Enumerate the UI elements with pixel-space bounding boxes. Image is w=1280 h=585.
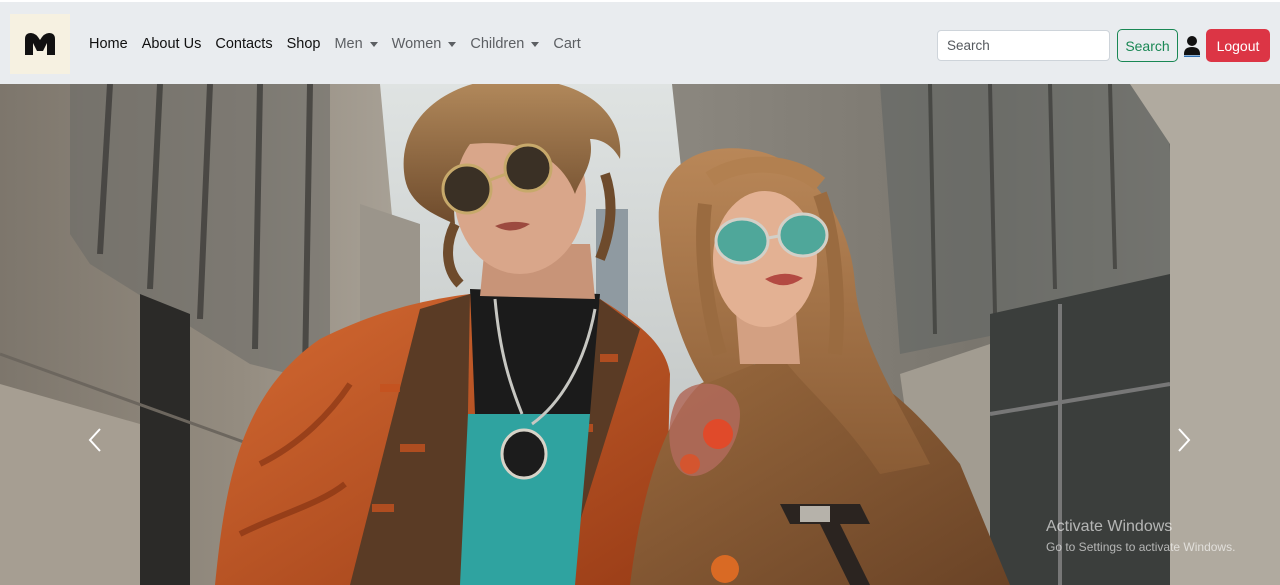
- activate-windows-watermark: Activate Windows Go to Settings to activ…: [1046, 518, 1235, 554]
- nav-home[interactable]: Home: [82, 36, 135, 52]
- nav-about-us[interactable]: About Us: [135, 36, 209, 52]
- nav-children-label: Children: [470, 36, 525, 52]
- search-button[interactable]: Search: [1117, 29, 1178, 62]
- chevron-down-icon: [369, 41, 378, 47]
- watermark-subtitle: Go to Settings to activate Windows.: [1046, 540, 1236, 554]
- brand-logo[interactable]: [10, 14, 70, 74]
- search-input[interactable]: [937, 30, 1110, 61]
- nav-women-label: Women: [391, 36, 442, 52]
- nav-cart[interactable]: Cart: [546, 36, 587, 52]
- chevron-down-icon: [531, 41, 540, 47]
- carousel-prev-icon[interactable]: [76, 420, 116, 460]
- logout-button[interactable]: Logout: [1206, 29, 1270, 62]
- m-logo-icon: [25, 33, 55, 55]
- nav-children-dropdown[interactable]: Children: [463, 36, 546, 52]
- carousel-next-icon[interactable]: [1163, 420, 1203, 460]
- nav-links: Home About Us Contacts Shop Men Women Ch…: [82, 2, 588, 86]
- hero-carousel: [0, 84, 1280, 585]
- chevron-down-icon: [448, 41, 457, 47]
- nav-men-dropdown[interactable]: Men: [327, 36, 384, 52]
- nav-men-label: Men: [334, 36, 363, 52]
- navbar: Home About Us Contacts Shop Men Women Ch…: [0, 0, 1280, 84]
- watermark-title: Activate Windows: [1046, 518, 1173, 535]
- nav-contacts[interactable]: Contacts: [208, 36, 279, 52]
- hero-image: [0, 84, 1280, 585]
- nav-women-dropdown[interactable]: Women: [385, 36, 464, 52]
- user-icon[interactable]: [1183, 35, 1201, 57]
- nav-shop[interactable]: Shop: [280, 36, 328, 52]
